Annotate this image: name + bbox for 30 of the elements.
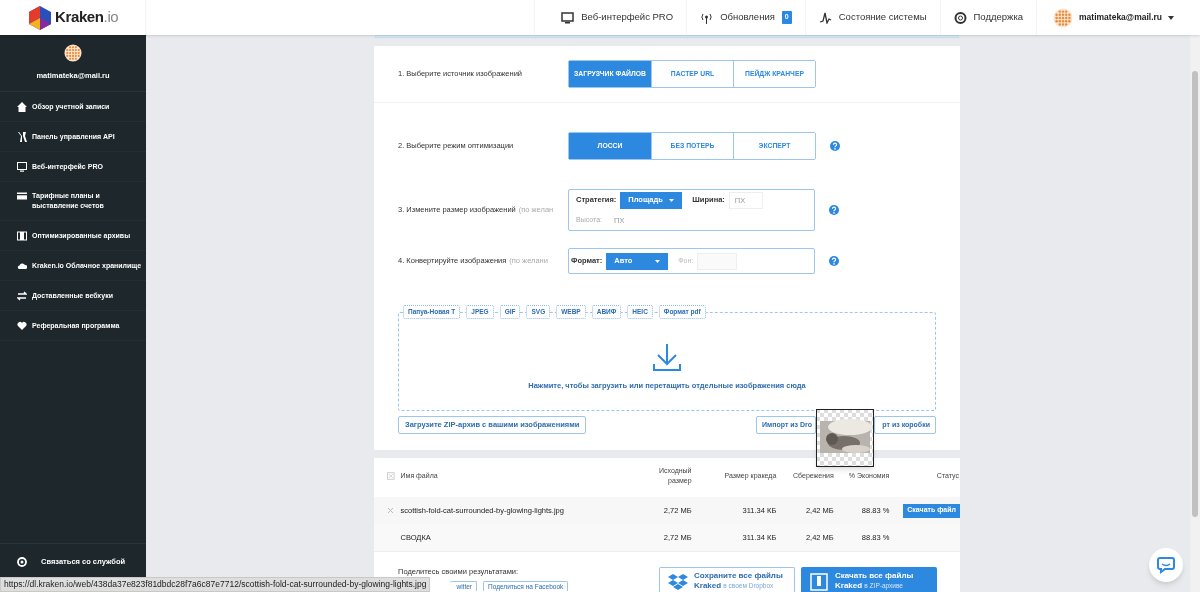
caret-icon	[669, 198, 675, 202]
user-menu[interactable]: matimateka@mail.ru	[1036, 0, 1200, 35]
scrollbar[interactable]	[1190, 35, 1200, 592]
tools-icon	[17, 131, 27, 142]
lifebuoy-icon	[953, 11, 967, 24]
monitor-icon	[17, 161, 27, 172]
close-icon	[387, 507, 394, 514]
heart-icon	[17, 320, 27, 331]
caret-icon	[655, 259, 661, 263]
avatar-icon	[63, 44, 83, 62]
dropbox-icon	[668, 573, 688, 591]
chat-button[interactable]	[1149, 548, 1183, 582]
archive-icon	[809, 573, 829, 591]
home-icon	[17, 101, 27, 112]
arrows-icon	[17, 290, 27, 301]
checkbox-icon	[387, 472, 395, 480]
antenna-icon	[700, 11, 714, 24]
monitor-icon	[561, 11, 575, 24]
chat-icon	[1157, 556, 1175, 574]
cloud-icon	[17, 260, 27, 271]
url-tooltip: https://dl.kraken.io/web/438da37e823f81dbdc28f7a6c87e7712/scottish-fold-cat-surrounded-by-glowing-lights.jpg	[0, 577, 431, 592]
card-icon	[17, 191, 27, 202]
avatar-icon	[1053, 7, 1074, 28]
pulse-icon	[818, 11, 832, 24]
archive-icon	[17, 230, 27, 241]
logo-text: Kraken.io	[55, 7, 119, 28]
caret-icon	[1168, 15, 1174, 20]
lifebuoy-icon	[17, 557, 27, 567]
logo-icon	[28, 4, 52, 31]
download-icon	[652, 341, 682, 372]
